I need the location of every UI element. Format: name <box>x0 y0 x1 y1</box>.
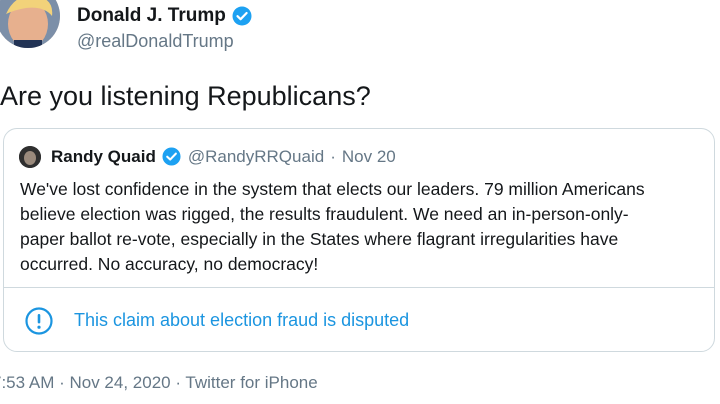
author-block: Donald J. Trump @realDonaldTrump <box>77 4 252 52</box>
quoted-tweet-text: We've lost confidence in the system that… <box>20 177 704 277</box>
quoted-text-line: occurred. No accuracy, no democracy! <box>20 254 319 274</box>
disputed-claim-notice[interactable]: This claim about election fraud is dispu… <box>4 287 714 351</box>
quoted-text-line: believe election was rigged, the results… <box>20 204 629 224</box>
tweet-text: Are you listening Republicans? <box>0 81 371 111</box>
quoted-tweet-date[interactable]: Nov 20 <box>342 147 396 167</box>
verified-badge-icon <box>162 147 182 167</box>
disputed-claim-link[interactable]: This claim about election fraud is dispu… <box>74 310 409 331</box>
tweet-timestamp[interactable]: 7:53 AM · Nov 24, 2020 · Twitter for iPh… <box>0 373 318 393</box>
avatar[interactable] <box>0 0 60 48</box>
separator-dot: · <box>330 147 336 166</box>
quoted-text-line: paper ballot re-vote, especially in the … <box>20 229 619 249</box>
quoted-author-name[interactable]: Randy Quaid <box>51 147 156 167</box>
quoted-tweet-header: Randy Quaid @RandyRRQuaid · Nov 20 <box>19 146 396 168</box>
info-circle-icon <box>24 306 54 336</box>
quoted-text-line: We've lost confidence in the system that… <box>20 179 645 199</box>
quoted-tweet-card[interactable]: Randy Quaid @RandyRRQuaid · Nov 20 We've… <box>3 128 715 352</box>
author-name[interactable]: Donald J. Trump <box>77 5 226 27</box>
author-handle[interactable]: @realDonaldTrump <box>77 31 252 52</box>
tweet: Donald J. Trump @realDonaldTrump Are you… <box>0 0 720 404</box>
quoted-author-handle[interactable]: @RandyRRQuaid <box>188 147 324 167</box>
quoted-author-avatar[interactable] <box>19 146 41 168</box>
verified-badge-icon <box>232 6 252 26</box>
